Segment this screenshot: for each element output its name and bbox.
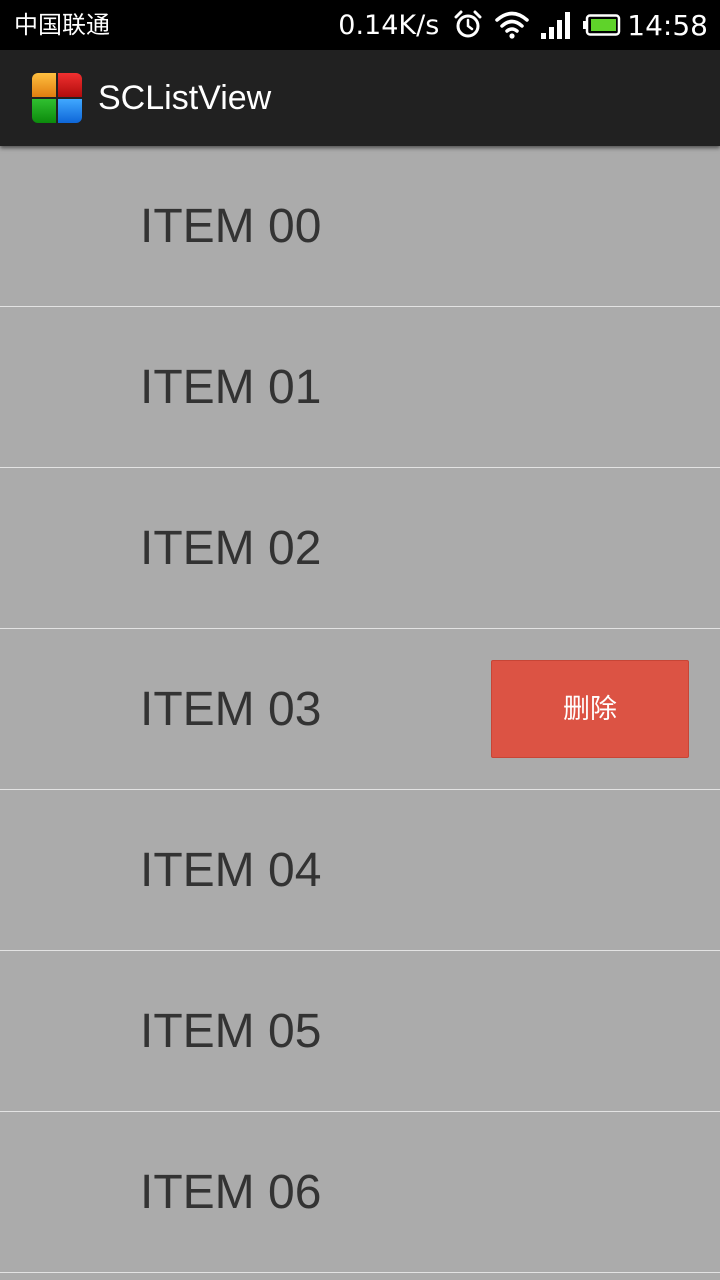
action-bar: SCListView xyxy=(0,50,720,146)
list-item[interactable]: ITEM 05 xyxy=(0,951,720,1112)
alarm-icon xyxy=(453,10,483,40)
list-item[interactable]: ITEM 00 xyxy=(0,146,720,307)
status-bar: 中国联通 0.14K/s 14:58 xyxy=(0,0,720,50)
signal-icon xyxy=(541,11,571,39)
battery-icon xyxy=(583,14,621,36)
list-item-label: ITEM 00 xyxy=(140,200,322,253)
carrier-name: 中国联通 xyxy=(14,11,110,39)
list-item-label: ITEM 01 xyxy=(140,361,322,414)
list-item-label: ITEM 03 xyxy=(140,683,322,736)
status-icons: 0.14K/s 14:58 xyxy=(338,8,708,42)
clock: 14:58 xyxy=(627,8,708,42)
list-item-label: ITEM 02 xyxy=(140,522,322,575)
list-item[interactable]: ITEM 02 xyxy=(0,468,720,629)
app-title: SCListView xyxy=(98,79,272,117)
list-item[interactable]: ITEM 06 xyxy=(0,1112,720,1273)
list-item[interactable]: ITEM 01 xyxy=(0,307,720,468)
item-list[interactable]: ITEM 00 ITEM 01 ITEM 02 ITEM 03 删除 ITEM … xyxy=(0,146,720,1273)
list-item-label: ITEM 06 xyxy=(140,1166,322,1219)
app-icon[interactable] xyxy=(32,73,82,123)
network-speed: 0.14K/s xyxy=(338,9,440,41)
list-item[interactable]: ITEM 03 删除 xyxy=(0,629,720,790)
wifi-icon xyxy=(495,11,530,39)
list-item[interactable]: ITEM 04 xyxy=(0,790,720,951)
delete-button[interactable]: 删除 xyxy=(491,660,689,758)
list-item-label: ITEM 04 xyxy=(140,844,322,897)
list-item-label: ITEM 05 xyxy=(140,1005,322,1058)
